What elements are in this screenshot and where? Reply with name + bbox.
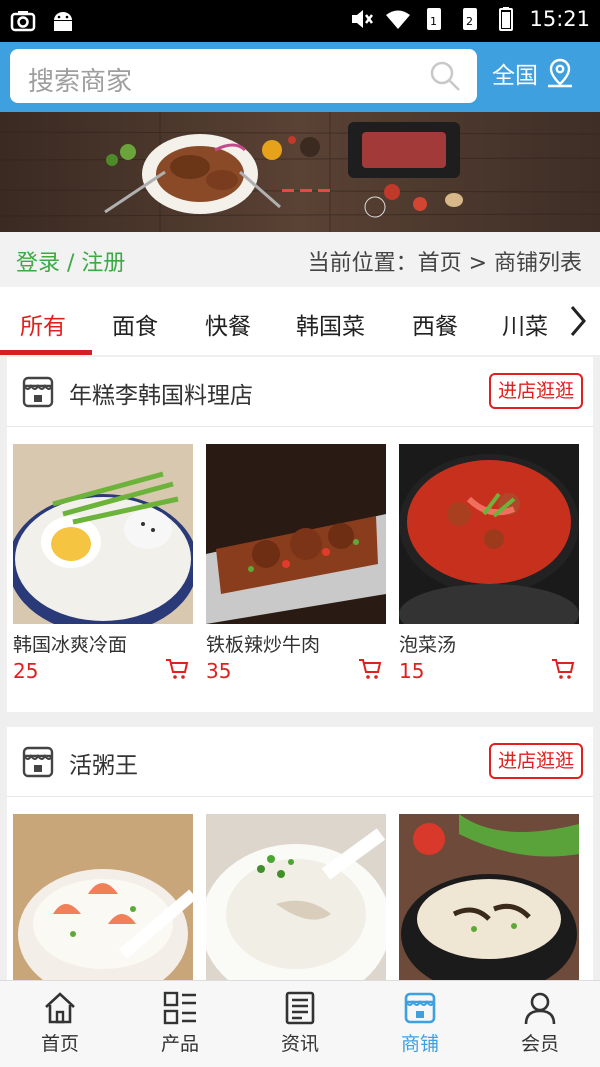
screenshot-icon — [10, 11, 36, 32]
location-prefix: 当前位置： — [307, 251, 418, 276]
shop-name[interactable]: 活粥王 — [69, 746, 138, 780]
product-list — [7, 797, 593, 980]
chevron-right-icon — [570, 306, 586, 336]
nav-products-label: 产品 — [160, 1033, 199, 1055]
shop-name[interactable]: 年糕李韩国料理店 — [69, 376, 253, 410]
sim-1-icon: 1 — [427, 8, 442, 30]
nav-member[interactable]: 会员 — [480, 981, 600, 1067]
grid-list-icon — [163, 991, 196, 1025]
tabs-scroll-right-button[interactable] — [556, 287, 600, 355]
product-image[interactable] — [13, 444, 193, 624]
shop-card: 活粥王 进店逛逛 — [7, 727, 593, 980]
cart-icon[interactable] — [358, 657, 382, 681]
shop-card: 年糕李韩国料理店 进店逛逛 韩国冰爽冷面 25 铁板辣炒牛肉 35 泡菜汤 15 — [7, 357, 593, 712]
region-selector[interactable]: 全国 — [492, 56, 576, 90]
product-name: 泡菜汤 — [399, 634, 457, 656]
nav-member-label: 会员 — [520, 1033, 559, 1055]
home-icon — [45, 992, 75, 1024]
nav-products[interactable]: 产品 — [120, 981, 240, 1067]
nav-stores-label: 商铺 — [400, 1033, 439, 1055]
product-image[interactable] — [399, 814, 579, 980]
product-card[interactable] — [206, 814, 386, 980]
product-name: 韩国冰爽冷面 — [13, 634, 128, 656]
store-icon — [22, 376, 54, 408]
product-name: 铁板辣炒牛肉 — [206, 634, 321, 656]
product-card[interactable]: 泡菜汤 15 — [399, 444, 579, 683]
sim-2-icon: 2 — [463, 8, 478, 30]
nav-stores[interactable]: 商铺 — [360, 981, 480, 1067]
product-card[interactable] — [13, 814, 193, 980]
battery-icon — [499, 7, 514, 31]
nav-news-label: 资讯 — [280, 1033, 319, 1055]
store-icon — [404, 992, 436, 1024]
user-icon — [524, 992, 556, 1025]
location-pin-icon — [548, 58, 572, 88]
header-bar: 搜索商家 全国 — [0, 42, 600, 112]
product-image[interactable] — [206, 444, 386, 624]
product-card[interactable] — [399, 814, 579, 980]
nav-news[interactable]: 资讯 — [240, 981, 360, 1067]
svg-text:2: 2 — [466, 15, 473, 28]
nav-home-label: 首页 — [40, 1033, 79, 1055]
search-input[interactable]: 搜索商家 — [10, 49, 477, 103]
status-bar: 1 2 15:21 — [0, 0, 600, 42]
nav-home[interactable]: 首页 — [0, 981, 120, 1067]
promo-banner[interactable] — [0, 112, 600, 232]
tab-noodles[interactable]: 面食 — [112, 307, 158, 341]
product-image[interactable] — [399, 444, 579, 624]
tab-all[interactable]: 所有 — [20, 307, 66, 341]
product-image[interactable] — [13, 814, 193, 980]
enter-shop-button[interactable]: 进店逛逛 — [488, 373, 583, 409]
breadcrumb: 当前位置：首页 > 商铺列表 — [308, 245, 582, 277]
store-icon — [22, 746, 54, 778]
product-image[interactable] — [206, 814, 386, 980]
product-list: 韩国冰爽冷面 25 铁板辣炒牛肉 35 泡菜汤 15 — [7, 427, 593, 683]
cart-icon[interactable] — [165, 657, 189, 681]
banner-food-image — [0, 112, 600, 232]
tab-sichuan[interactable]: 川菜 — [502, 307, 548, 341]
bottom-navigation: 首页 产品 资讯 商铺 会员 — [0, 980, 600, 1067]
tab-korean[interactable]: 韩国菜 — [296, 307, 365, 341]
active-tab-indicator — [0, 350, 92, 355]
wifi-icon — [386, 10, 411, 29]
mute-icon — [352, 10, 374, 28]
location-bar: 登录 / 注册 当前位置：首页 > 商铺列表 — [0, 232, 600, 287]
svg-text:1: 1 — [430, 15, 437, 28]
shop-header: 活粥王 进店逛逛 — [7, 727, 593, 797]
news-icon — [285, 991, 315, 1025]
cart-icon[interactable] — [551, 657, 575, 681]
product-card[interactable]: 铁板辣炒牛肉 35 — [206, 444, 386, 683]
tab-fast-food[interactable]: 快餐 — [205, 307, 251, 341]
tab-western[interactable]: 西餐 — [412, 307, 458, 341]
shop-header: 年糕李韩国料理店 进店逛逛 — [7, 357, 593, 427]
region-label: 全国 — [492, 63, 538, 89]
category-tabs: 所有 面食 快餐 韩国菜 西餐 川菜 — [0, 287, 600, 355]
search-icon[interactable] — [429, 60, 461, 92]
product-card[interactable]: 韩国冰爽冷面 25 — [13, 444, 193, 683]
login-register-link[interactable]: 登录 / 注册 — [16, 245, 125, 277]
enter-shop-button[interactable]: 进店逛逛 — [488, 743, 583, 779]
search-placeholder: 搜索商家 — [28, 67, 133, 97]
status-time: 15:21 — [529, 7, 590, 31]
breadcrumb-path[interactable]: 首页 > 商铺列表 — [418, 251, 582, 276]
android-icon — [54, 12, 72, 31]
